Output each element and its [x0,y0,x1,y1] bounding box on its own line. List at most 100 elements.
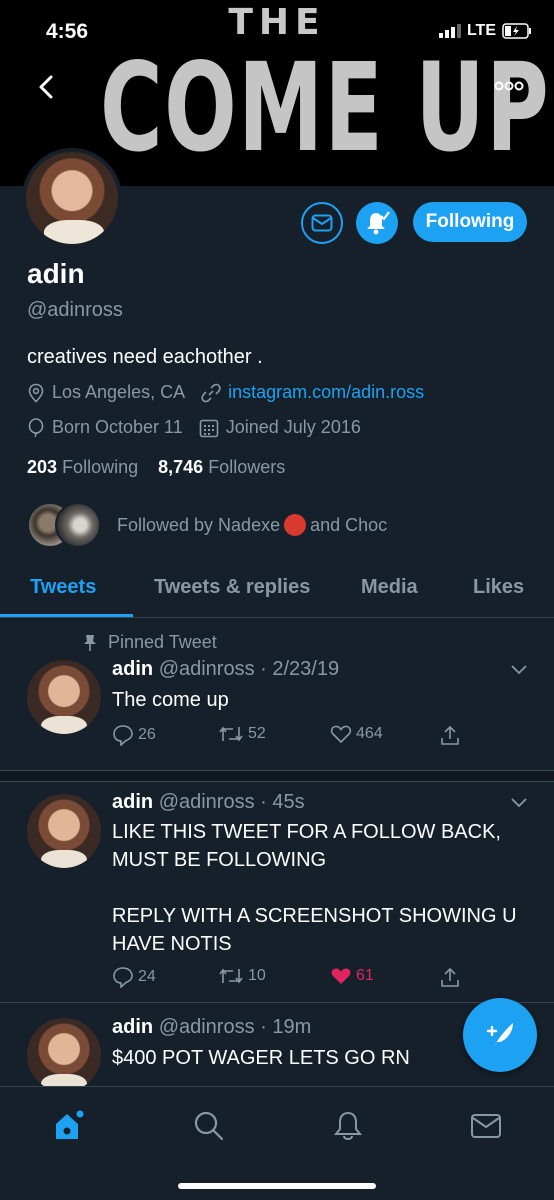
joined-date: Joined July 2016 [199,417,361,438]
following-button[interactable]: Following [413,202,527,242]
bell-check-icon [367,211,390,235]
tab-likes[interactable]: Likes [473,576,524,599]
notifications-toggle-button[interactable] [356,202,398,244]
tweet-actions: 26 52 464 [112,724,472,748]
heart-icon [330,725,352,744]
reply-button[interactable]: 24 [112,966,156,988]
location-pin-icon [28,383,44,403]
website-link[interactable]: instagram.com/adin.ross [228,382,424,403]
joined-text: Joined July 2016 [225,417,361,437]
active-tab-indicator [0,614,133,617]
nav-notifications[interactable] [331,1109,365,1143]
tweet-author-name: adin [112,1016,154,1038]
tab-tweets-replies[interactable]: Tweets & replies [154,576,310,599]
tweet-handle-time: @adinross · 45s [158,791,305,813]
like-button[interactable]: 61 [330,966,374,986]
like-button[interactable]: 464 [330,724,383,744]
location-text: Los Angeles, CA [52,382,186,402]
nav-home[interactable] [52,1109,86,1143]
tweet-avatar[interactable] [27,1018,101,1092]
calendar-icon [199,419,219,437]
followed-by-suffix: and Choc [310,514,388,535]
compose-feather-icon [486,1023,513,1047]
share-button[interactable] [439,966,461,988]
home-indicator [178,1183,376,1189]
status-indicators: LTE [438,22,532,40]
heart-filled-icon [331,968,351,984]
search-icon [194,1111,224,1141]
tweet-text: LIKE THIS TWEET FOR A FOLLOW BACK, MUST … [112,821,517,955]
more-options-button[interactable] [494,76,524,96]
reply-icon [113,725,133,746]
like-count: 464 [356,725,383,742]
tweet-avatar[interactable] [27,794,101,868]
followers-label: Followers [208,457,286,477]
signal-icon [438,24,461,38]
section-divider [0,770,554,782]
network-label: LTE [466,22,496,39]
profile-meta-row-2: Born October 11 Joined July 2016 [27,417,377,438]
tweet-header: adin @adinross · 45s [112,791,305,814]
profile-meta-row-1: Los Angeles, CA instagram.com/adin.ross [27,382,440,403]
pinned-label: Pinned Tweet [108,632,217,652]
follow-counts: 203 Following 8,746 Followers [27,457,285,478]
notifications-icon [333,1111,363,1140]
share-icon [441,725,459,745]
tweet-author-name: adin [112,658,154,680]
oni-mask-emoji [284,514,307,536]
tweet-handle-time: @adinross · 2/23/19 [158,658,340,680]
profile-tabs: Tweets Tweets & replies Media Likes [0,562,554,618]
retweet-icon [219,726,243,742]
location: Los Angeles, CA [27,382,185,403]
balloon-icon [28,417,44,437]
chevron-left-icon [39,75,53,99]
followers-count-link[interactable]: 8,746 Followers [158,457,285,477]
tab-tweets[interactable]: Tweets [30,576,96,599]
share-icon [441,967,459,987]
nav-messages[interactable] [469,1109,503,1143]
like-count: 61 [356,967,374,984]
tweet-header: adin @adinross · 19m [112,1016,311,1039]
chevron-down-icon[interactable] [510,797,528,809]
link-icon [201,383,221,402]
birthday: Born October 11 [27,417,183,438]
reply-count: 26 [138,726,156,743]
retweet-button[interactable]: 10 [218,966,266,986]
more-dots-icon [494,81,524,91]
retweet-button[interactable]: 52 [218,724,266,744]
compose-tweet-button[interactable] [463,998,537,1072]
status-time: 4:56 [46,20,89,43]
profile-bio: creatives need eachother . [27,346,263,368]
tweet-author-name: adin [112,791,154,813]
battery-charging-icon [502,23,531,39]
tweet-header: adin @adinross · 2/23/19 [112,658,339,681]
following-count: 203 [27,457,58,477]
followed-by-text: Followed by Nadexe [117,514,281,535]
profile-name: adin [27,258,85,289]
home-icon [56,1110,84,1139]
retweet-count: 52 [248,725,266,742]
messages-icon [471,1114,501,1138]
nav-search[interactable] [192,1109,226,1143]
website[interactable]: instagram.com/adin.ross [201,382,424,403]
followers-count: 8,746 [158,457,204,477]
message-button[interactable] [301,202,343,244]
profile-avatar[interactable] [22,148,122,248]
reply-count: 24 [138,968,156,985]
tab-media[interactable]: Media [361,576,418,599]
tweet-handle-time: @adinross · 19m [158,1016,312,1038]
share-button[interactable] [439,724,461,746]
tweet-actions: 24 10 61 [112,966,472,990]
tweet-divider [0,1002,554,1003]
follower-avatar-2 [55,502,101,548]
following-count-link[interactable]: 203 Following [27,457,138,477]
reply-button[interactable]: 26 [112,724,156,746]
birthday-text: Born October 11 [52,417,183,437]
retweet-count: 10 [248,967,266,984]
back-button[interactable] [30,70,64,104]
pin-icon [84,634,96,651]
tweet-avatar[interactable] [27,660,101,734]
chevron-down-icon[interactable] [510,664,528,676]
followed-by[interactable]: Followed by Nadexe and Choc [27,502,387,548]
envelope-icon [311,214,333,232]
